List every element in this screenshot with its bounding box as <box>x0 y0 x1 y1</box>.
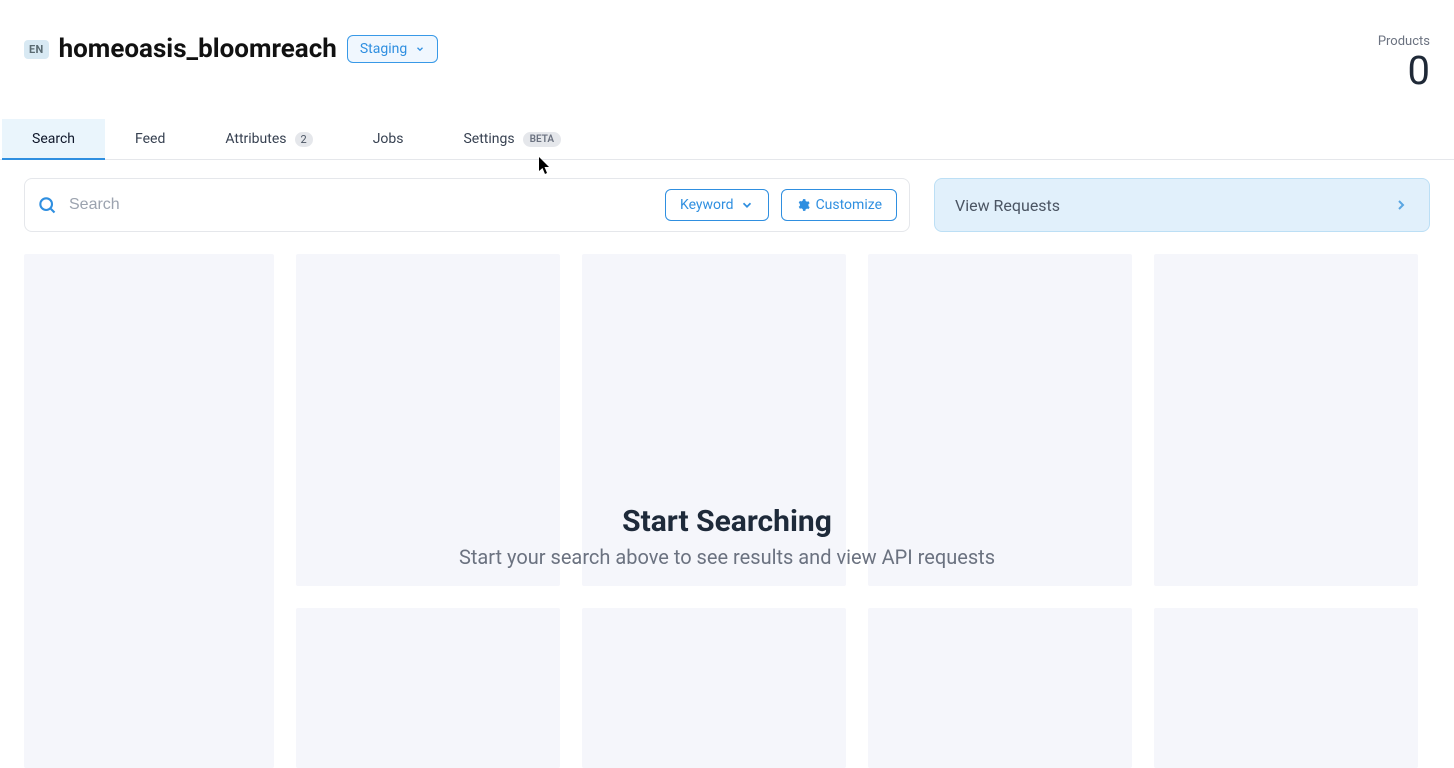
search-icon <box>37 195 57 215</box>
tab-attributes[interactable]: Attributes 2 <box>195 119 342 159</box>
customize-label: Customize <box>816 197 882 213</box>
header-left: EN homeoasis_bloomreach Staging <box>24 34 438 64</box>
search-box: Keyword Customize <box>24 178 910 232</box>
placeholder-card <box>296 254 560 586</box>
view-requests-label: View Requests <box>955 196 1060 215</box>
tab-count-badge: 2 <box>295 132 313 147</box>
tab-search[interactable]: Search <box>2 119 105 159</box>
beta-badge: BETA <box>523 132 561 147</box>
placeholder-column <box>1154 254 1418 768</box>
placeholder-card <box>868 254 1132 586</box>
header-right: Products 0 <box>1378 34 1430 93</box>
tab-label: Settings <box>463 131 514 147</box>
placeholder-card <box>582 254 846 586</box>
placeholder-card <box>296 608 560 768</box>
customize-button[interactable]: Customize <box>781 189 897 221</box>
tab-feed[interactable]: Feed <box>105 119 195 159</box>
placeholder-card <box>868 608 1132 768</box>
tab-label: Jobs <box>373 131 404 147</box>
products-count-value: 0 <box>1378 49 1430 93</box>
placeholder-card <box>1154 254 1418 586</box>
keyword-label: Keyword <box>680 197 734 213</box>
search-row: Keyword Customize View Requests <box>0 160 1454 232</box>
placeholder-column <box>868 254 1132 768</box>
placeholder-grid <box>0 254 1454 768</box>
tab-label: Search <box>32 131 75 147</box>
search-input[interactable] <box>69 196 653 214</box>
results-area: Start Searching Start your search above … <box>0 254 1454 768</box>
app-title: homeoasis_bloomreach <box>59 34 337 64</box>
placeholder-card <box>24 254 274 768</box>
header: EN homeoasis_bloomreach Staging Products… <box>0 0 1454 93</box>
tabs: Search Feed Attributes 2 Jobs Settings B… <box>0 119 1454 160</box>
environment-label: Staging <box>360 41 407 57</box>
chevron-down-icon <box>740 198 754 212</box>
environment-selector[interactable]: Staging <box>347 35 438 63</box>
keyword-dropdown[interactable]: Keyword <box>665 189 769 221</box>
view-requests-panel[interactable]: View Requests <box>934 178 1430 232</box>
placeholder-column <box>296 254 560 768</box>
placeholder-card <box>582 608 846 768</box>
gear-icon <box>796 198 810 212</box>
placeholder-column <box>24 254 274 768</box>
language-badge[interactable]: EN <box>24 40 49 59</box>
chevron-right-icon <box>1393 197 1409 213</box>
tab-label: Attributes <box>225 131 286 147</box>
chevron-down-icon <box>415 44 425 54</box>
placeholder-card <box>1154 608 1418 768</box>
tab-settings[interactable]: Settings BETA <box>433 119 591 159</box>
placeholder-column <box>582 254 846 768</box>
tab-label: Feed <box>135 131 165 147</box>
tab-jobs[interactable]: Jobs <box>343 119 434 159</box>
